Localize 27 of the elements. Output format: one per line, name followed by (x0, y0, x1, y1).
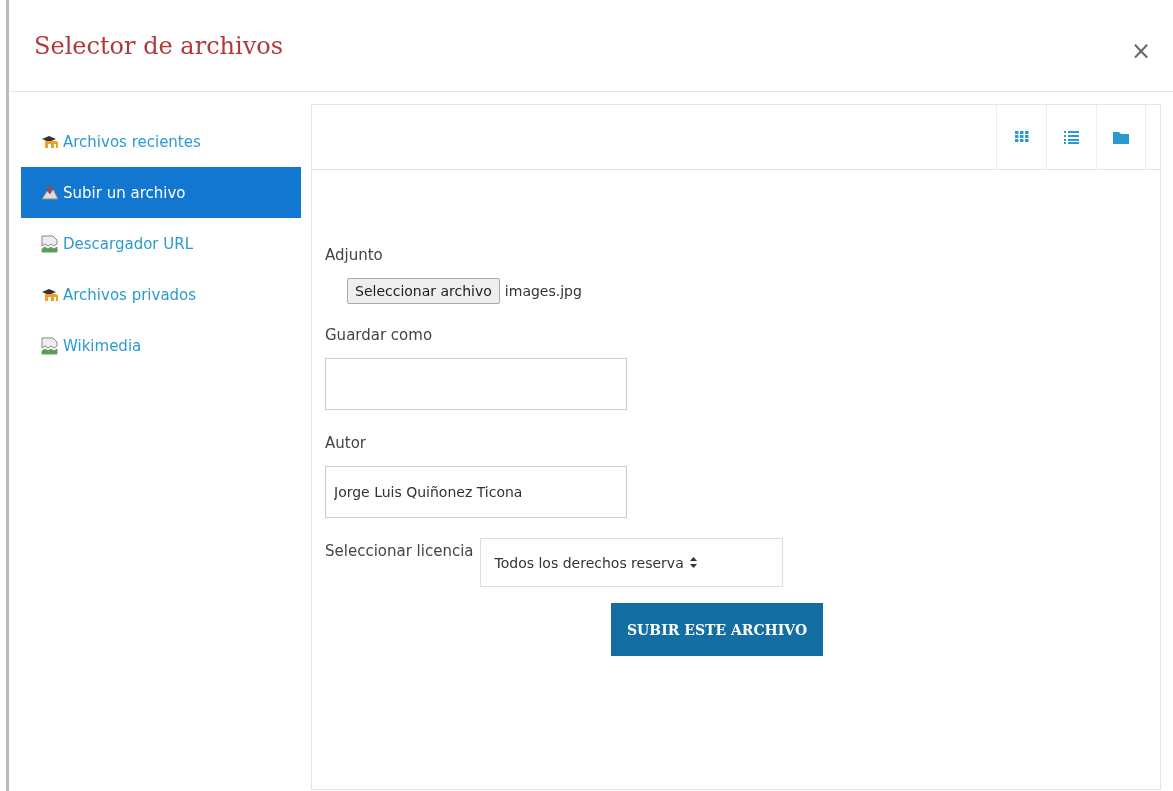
dialog-title: Selector de archivos (34, 31, 284, 60)
sidebar-item[interactable]: Wikimedia (21, 320, 301, 371)
file-name: images.jpg (504, 283, 582, 299)
mortarboard-icon (41, 134, 59, 149)
input-field[interactable]: Jorge Luis Quiñonez Ticona (325, 466, 627, 518)
folder-icon (1113, 130, 1129, 144)
upload-button[interactable]: SUBIR ESTE ARCHIVO (611, 603, 824, 656)
close-button[interactable]: × (1126, 36, 1155, 65)
input-field[interactable] (325, 358, 627, 410)
broken-image-icon (41, 336, 59, 355)
field-label: Seleccionar licencia (325, 542, 474, 560)
field-label: Adjunto (325, 246, 384, 264)
mortarboard-icon (41, 287, 59, 302)
view-button[interactable] (1096, 105, 1146, 169)
license-select[interactable]: Todos los derechos reserva (479, 538, 783, 587)
sort-icon (689, 557, 697, 568)
sidebar-item[interactable]: Archivos privados (21, 269, 301, 320)
sidebar-item[interactable]: Archivos recientes (21, 116, 301, 167)
choose-file-button[interactable]: Seleccionar archivo (347, 278, 500, 304)
list-view-icon (1064, 130, 1079, 144)
grid-view-icon (1014, 131, 1029, 143)
sidebar-item[interactable]: Descargador URL (21, 218, 301, 269)
sidebar-item[interactable]: Subir un archivo (21, 167, 301, 218)
upload-icon (41, 185, 59, 200)
field-label: Autor (325, 434, 367, 452)
broken-image-icon (41, 234, 59, 253)
field-label: Guardar como (325, 326, 434, 344)
